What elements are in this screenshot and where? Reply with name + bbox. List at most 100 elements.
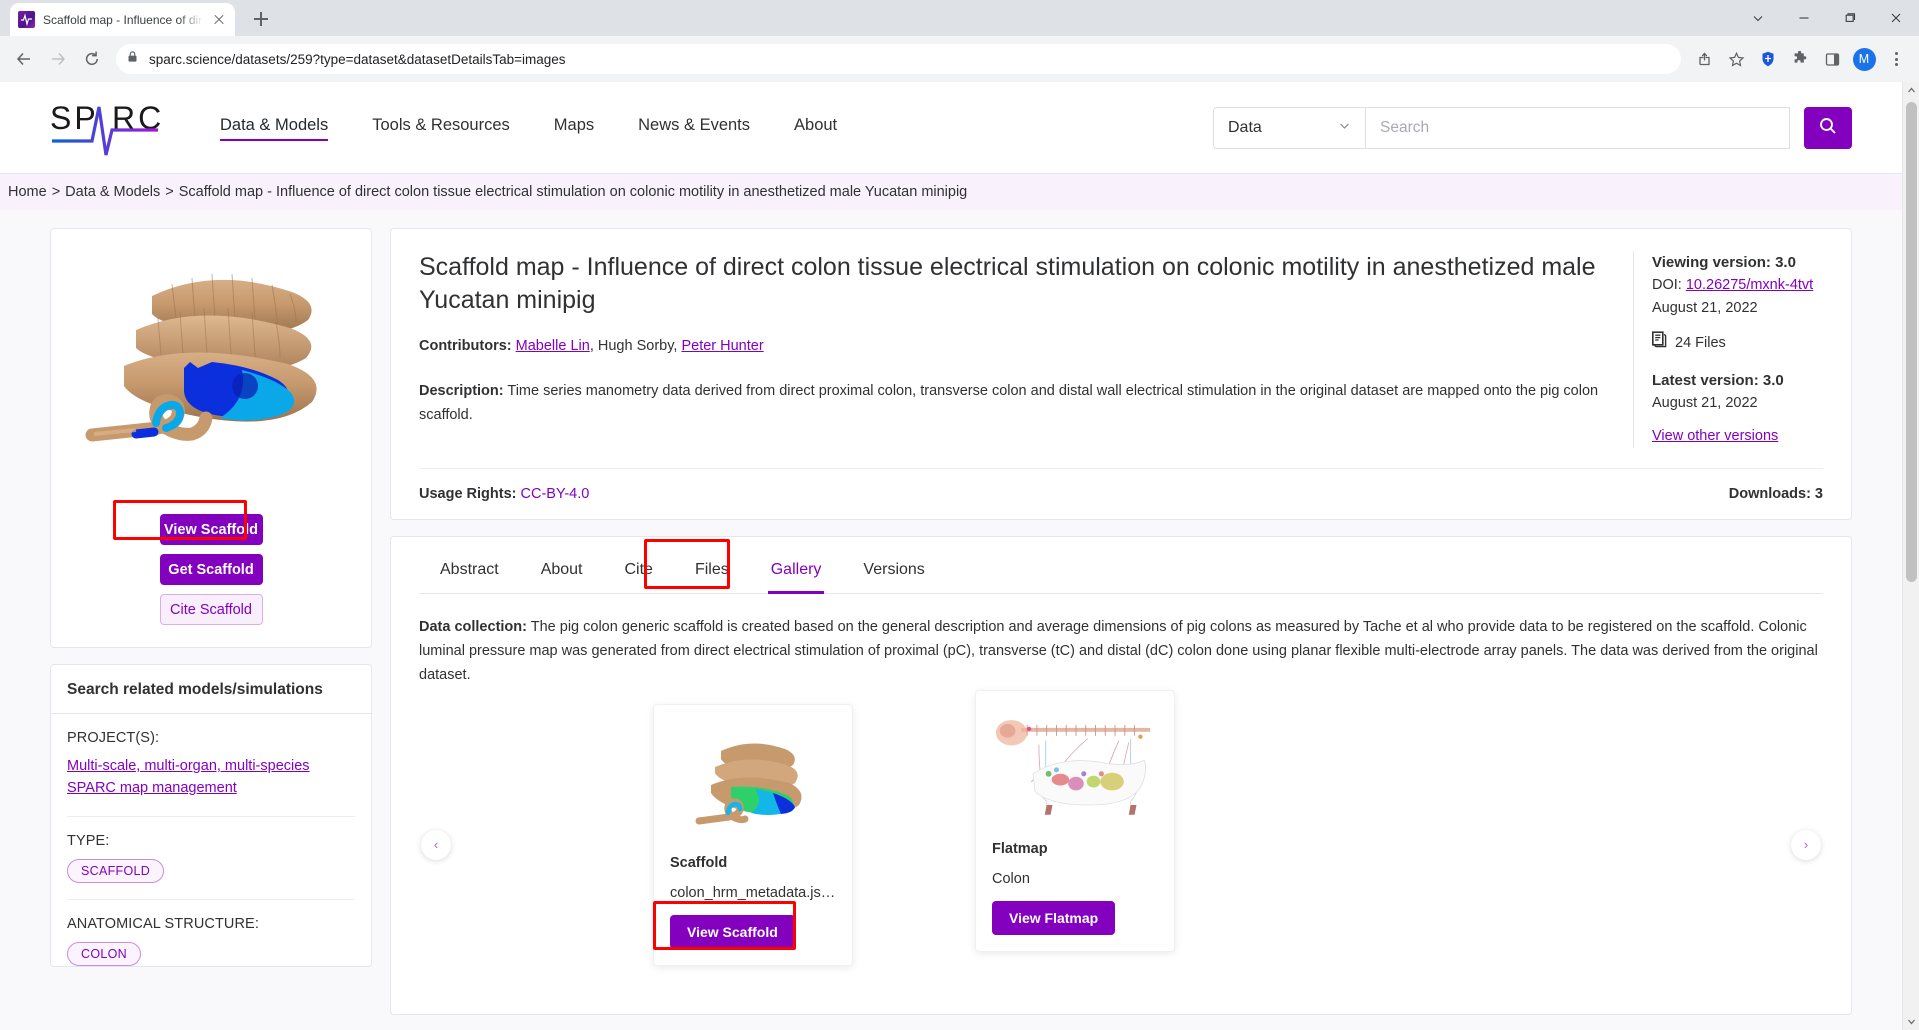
usage-rights-label: Usage Rights:: [419, 485, 517, 502]
doi-row: DOI: 10.26275/mxnk-4tvt: [1652, 274, 1823, 296]
facet-label-projects: PROJECT(S):: [67, 730, 160, 746]
tab-versions[interactable]: Versions: [842, 551, 945, 593]
files-count: 24 Files: [1675, 335, 1726, 352]
gallery-card-flatmap[interactable]: Flatmap Colon View Flatmap: [975, 689, 1175, 952]
usage-rights-link[interactable]: CC-BY-4.0: [521, 486, 590, 502]
facet-label-type: TYPE:: [67, 832, 110, 849]
nav-item-data-models[interactable]: Data & Models: [220, 116, 329, 141]
search-submit-button[interactable]: [1804, 106, 1852, 149]
contributor-link-mabelle-lin[interactable]: Mabelle Lin: [516, 338, 590, 354]
chevron-right-icon: ›: [1803, 837, 1809, 853]
related-models-title: Search related models/simulations: [51, 665, 371, 714]
avatar-initial: M: [1852, 47, 1876, 71]
scroll-up-arrow[interactable]: [1903, 82, 1919, 99]
profile-avatar[interactable]: M: [1849, 44, 1879, 74]
viewing-version-date: August 21, 2022: [1652, 299, 1758, 316]
page-content: SP RC Data & Models Tools & Resources Ma…: [0, 82, 1902, 1030]
downloads-count: Downloads: 3: [1728, 485, 1823, 502]
search-category-select[interactable]: Data: [1213, 106, 1365, 149]
tab-gallery[interactable]: Gallery: [750, 551, 843, 594]
reload-icon[interactable]: [76, 43, 108, 75]
minimize-chevron-icon[interactable]: [1735, 0, 1781, 36]
sparc-favicon: [18, 11, 35, 28]
share-icon[interactable]: [1689, 44, 1719, 74]
doi-link[interactable]: 10.26275/mxnk-4tvt: [1686, 277, 1813, 293]
shield-extension-icon[interactable]: [1753, 44, 1783, 74]
browser-toolbar: sparc.science/datasets/259?type=dataset&…: [0, 36, 1919, 82]
view-flatmap-button[interactable]: View Flatmap: [992, 900, 1116, 935]
contributor-link-peter-hunter[interactable]: Peter Hunter: [681, 338, 763, 354]
address-bar[interactable]: sparc.science/datasets/259?type=dataset&…: [116, 44, 1681, 74]
search-input[interactable]: [1365, 106, 1790, 149]
browser-tab[interactable]: Scaffold map - Influence of direc: [10, 3, 235, 36]
facet-pill-scaffold[interactable]: SCAFFOLD: [67, 858, 165, 883]
dataset-details: Scaffold map - Influence of direct colon…: [390, 228, 1852, 1030]
breadcrumb-item-data-models[interactable]: Data & Models: [65, 184, 160, 200]
site-header: SP RC Data & Models Tools & Resources Ma…: [0, 82, 1902, 174]
nav-item-tools-resources[interactable]: Tools & Resources: [372, 116, 510, 140]
breadcrumb-separator: >: [51, 184, 61, 200]
page-title: Scaffold map - Influence of direct colon…: [419, 253, 1596, 314]
view-scaffold-button[interactable]: View Scaffold: [159, 514, 263, 545]
view-other-versions-link[interactable]: View other versions: [1652, 428, 1778, 444]
tab-cite[interactable]: Cite: [604, 551, 674, 593]
gallery-card-subtitle: colon_hrm_metadata.js…: [670, 884, 836, 901]
sidepanel-icon[interactable]: [1817, 44, 1847, 74]
close-window-icon[interactable]: [1873, 0, 1919, 36]
address-bar-url: sparc.science/datasets/259?type=dataset&…: [149, 51, 566, 67]
close-icon[interactable]: [211, 12, 227, 28]
search-icon: [1818, 116, 1838, 139]
scroll-down-arrow[interactable]: [1903, 1013, 1919, 1030]
minimize-icon[interactable]: [1781, 0, 1827, 36]
bookmark-star-icon[interactable]: [1721, 44, 1751, 74]
kebab-menu-icon[interactable]: [1881, 44, 1911, 74]
cite-scaffold-button[interactable]: Cite Scaffold: [159, 594, 263, 625]
nav-item-news-events[interactable]: News & Events: [638, 116, 750, 140]
facet-link-project[interactable]: Multi-scale, multi-organ, multi-species …: [67, 756, 355, 800]
version-panel: Viewing version: 3.0 DOI: 10.26275/mxnk-…: [1633, 251, 1823, 448]
get-scaffold-button[interactable]: Get Scaffold: [159, 554, 263, 585]
related-models-facets: PROJECT(S): Multi-scale, multi-organ, mu…: [51, 714, 371, 966]
facet-label-anatomical-structure: ANATOMICAL STRUCTURE:: [67, 915, 259, 932]
page-scrollbar[interactable]: [1902, 82, 1919, 1030]
gallery-card-title: Flatmap: [992, 840, 1048, 857]
scaffold-preview-card: View Scaffold Get Scaffold Cite Scaffold: [50, 228, 372, 648]
scrollbar-thumb[interactable]: [1906, 102, 1917, 582]
nav-item-maps[interactable]: Maps: [554, 116, 594, 140]
dataset-description: Description: Time series manometry data …: [419, 380, 1607, 428]
sparc-logo[interactable]: SP RC: [50, 97, 161, 159]
main-content: View Scaffold Get Scaffold Cite Scaffold…: [0, 210, 1902, 1030]
new-tab-button[interactable]: [247, 5, 275, 33]
latest-version-date: August 21, 2022: [1652, 394, 1758, 411]
data-collection-text: Data collection: The pig colon generic s…: [419, 616, 1823, 688]
dataset-tabs-card: Abstract About Cite Files Gallery Versio…: [390, 535, 1852, 1015]
carousel-prev-button[interactable]: ‹: [421, 829, 451, 860]
data-collection-body: The pig colon generic scaffold is create…: [419, 618, 1818, 683]
nav-item-about[interactable]: About: [794, 116, 837, 140]
lock-icon: [126, 50, 139, 68]
maximize-icon[interactable]: [1827, 0, 1873, 36]
gallery-card-scaffold[interactable]: Scaffold colon_hrm_metadata.js… View Sca…: [653, 703, 853, 966]
contributor-hugh-sorby: Hugh Sorby: [597, 338, 674, 354]
breadcrumb-separator: >: [165, 184, 174, 200]
back-arrow-icon[interactable]: [8, 43, 40, 75]
window-controls: [1735, 0, 1919, 36]
tab-about[interactable]: About: [520, 551, 604, 593]
scaffold-actions: View Scaffold Get Scaffold Cite Scaffold: [59, 514, 363, 625]
breadcrumb-item-home[interactable]: Home: [8, 184, 47, 200]
sidebar: View Scaffold Get Scaffold Cite Scaffold…: [50, 228, 372, 1030]
related-models-card: Search related models/simulations PROJEC…: [50, 664, 372, 967]
facet-pill-colon[interactable]: COLON: [67, 941, 141, 966]
tab-abstract[interactable]: Abstract: [419, 551, 520, 593]
puzzle-extension-icon[interactable]: [1785, 44, 1815, 74]
carousel-next-button[interactable]: ›: [1791, 829, 1821, 860]
divider: [67, 898, 355, 900]
page-viewport: SP RC Data & Models Tools & Resources Ma…: [0, 82, 1919, 1030]
tab-files[interactable]: Files: [674, 551, 750, 593]
viewing-version: Viewing version: 3.0: [1652, 254, 1796, 271]
view-scaffold-gallery-button[interactable]: View Scaffold: [670, 914, 795, 949]
breadcrumb-item-current: Scaffold map - Influence of direct colon…: [178, 184, 968, 200]
gallery-carousel: ‹ › Scaffold colon_hrm_metadata.js… View…: [419, 689, 1823, 994]
forward-arrow-icon[interactable]: [42, 43, 74, 75]
main-nav: Data & Models Tools & Resources Maps New…: [220, 116, 837, 141]
